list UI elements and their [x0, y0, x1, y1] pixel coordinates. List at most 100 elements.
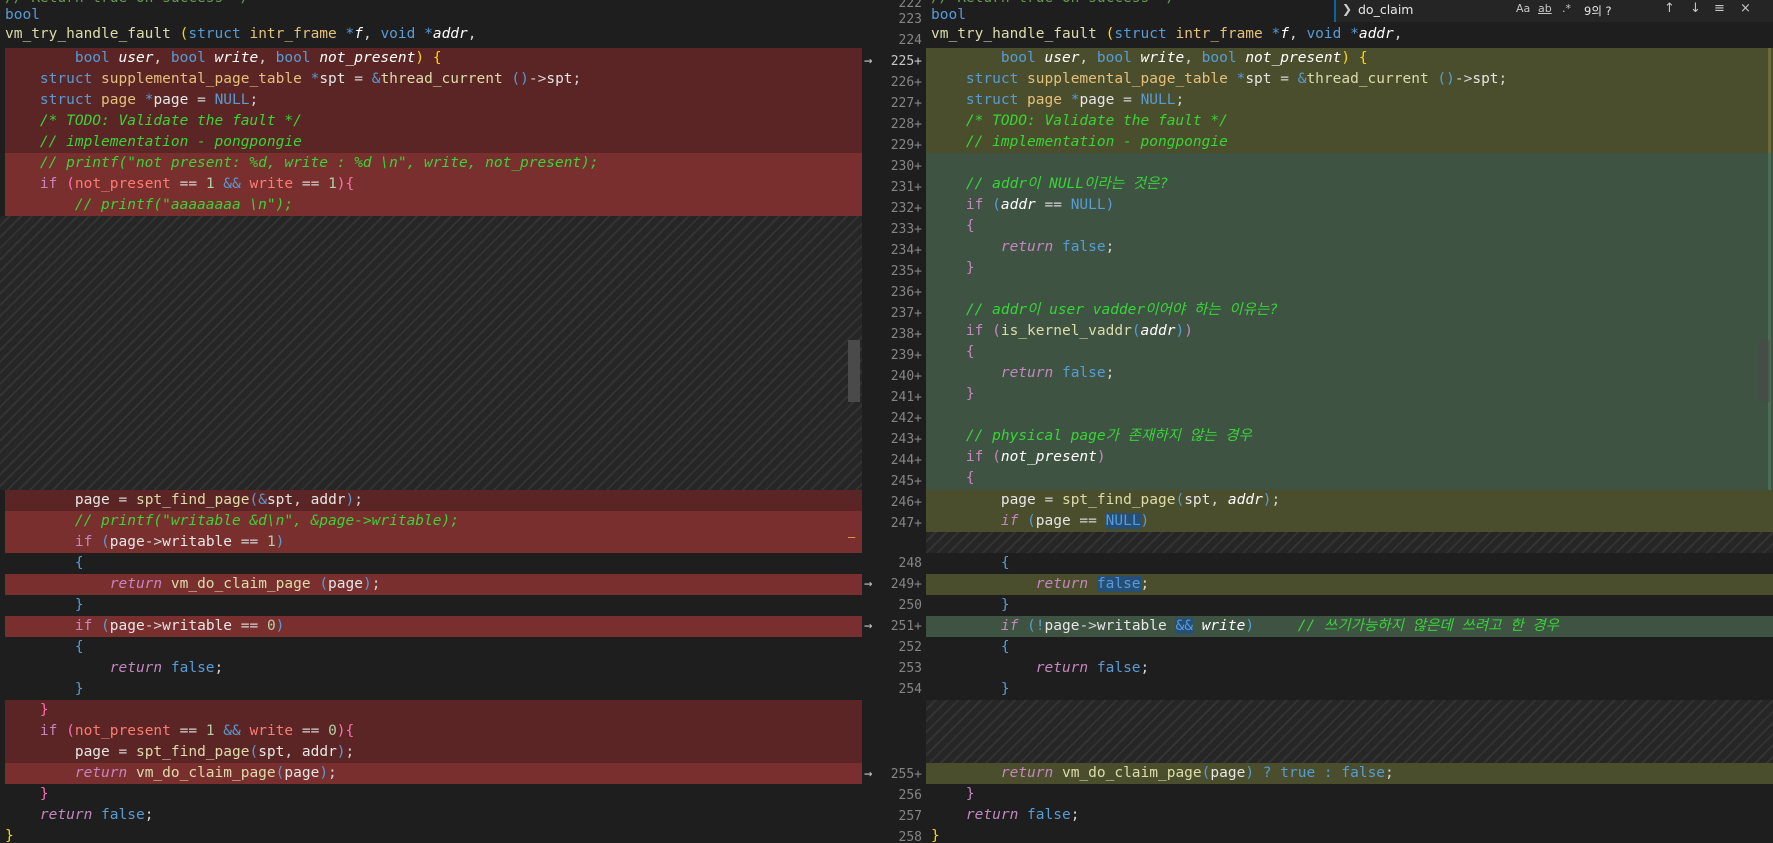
code-line: page = spt_find_page(&spt, addr); — [74, 492, 363, 508]
next-match-icon[interactable]: ↓ — [1690, 1, 1701, 16]
line-number: 258 — [898, 830, 922, 843]
diff-left-editor[interactable]: // Return true on success */ bool vm_try… — [0, 0, 862, 843]
code-line: return false; — [39, 807, 154, 823]
line-number: 230+ — [890, 159, 922, 174]
line-number: 234+ — [890, 243, 922, 258]
diff-filler — [0, 216, 862, 490]
line-number: 257 — [898, 809, 922, 824]
diff-filler — [926, 700, 1773, 763]
line-number: 226+ — [890, 75, 922, 90]
line-number: 231+ — [890, 180, 922, 195]
code-line: return vm_do_claim_page(page) ? true : f… — [926, 763, 1773, 784]
line-number: 228+ — [890, 117, 922, 132]
scrollbar-thumb[interactable] — [848, 340, 860, 402]
overview-ruler-marker — [1768, 48, 1771, 153]
code-line: } — [74, 597, 84, 613]
find-in-selection-icon[interactable]: ≡ — [1714, 1, 1725, 16]
line-number: 252 — [898, 640, 922, 655]
close-icon[interactable]: × — [1740, 1, 1751, 16]
code-line: // printf("writable &d\n", &page->writab… — [5, 511, 862, 532]
code-line: if (addr == NULL) — [965, 197, 1115, 213]
previous-match-icon[interactable]: ↑ — [1664, 1, 1675, 16]
find-widget[interactable]: ❯ do_claim Aa ab .* 9의 ? ↑ ↓ ≡ × — [1334, 0, 1773, 22]
diff-right-editor[interactable]: // Return true on success */ bool vm_try… — [926, 0, 1773, 843]
code-line: return false; — [926, 574, 1773, 595]
code-line: if (not_present) — [965, 449, 1106, 465]
code-line: } — [965, 386, 975, 402]
line-number: 243+ — [890, 432, 922, 447]
line-number: 256 — [898, 788, 922, 803]
line-number: 248 — [898, 556, 922, 571]
line-number: 247+ — [890, 516, 922, 531]
line-number: 235+ — [890, 264, 922, 279]
find-input[interactable]: do_claim — [1358, 1, 1568, 19]
code-line: // implementation - pongpongie — [39, 134, 302, 150]
code-line: // printf("not present: %d, write : %d \… — [5, 153, 862, 174]
revert-arrow[interactable]: → 255+ — [862, 764, 926, 785]
line-number: 236+ — [890, 285, 922, 300]
line-number: 246+ — [890, 495, 922, 510]
code-line: bool — [5, 7, 40, 23]
code-line: return false; — [1000, 365, 1115, 381]
code-line: if (is_kernel_vaddr(addr)) — [965, 323, 1193, 339]
line-number: 224 — [898, 33, 922, 48]
code-line: if (page->writable == 0) — [5, 616, 862, 637]
overview-ruler-marker — [1768, 153, 1771, 490]
line-number: 238+ — [890, 327, 922, 342]
line-number: 223 — [898, 12, 922, 27]
code-line: { — [965, 470, 975, 486]
line-number: 237+ — [890, 306, 922, 321]
code-line: return false; — [1000, 239, 1115, 255]
code-line: struct supplemental_page_table *spt = &t… — [965, 71, 1508, 87]
code-line: struct supplemental_page_table *spt = &t… — [39, 71, 582, 87]
toggle-replace-chevron-icon[interactable]: ❯ — [1342, 2, 1352, 16]
code-line: } — [5, 828, 14, 843]
code-line: // addr이 NULL이라는 것은? — [965, 176, 1169, 192]
line-number: 245+ — [890, 474, 922, 489]
line-number: 242+ — [890, 411, 922, 426]
code-line: if (not_present == 1 && write == 1){ — [5, 174, 862, 195]
line-number: 227+ — [890, 96, 922, 111]
code-line: if (!page->writable && write) // 쓰기가능하지 … — [926, 616, 1773, 637]
revert-arrow[interactable]: → 249+ — [862, 574, 926, 595]
code-line: if (page == NULL) — [1000, 513, 1150, 529]
code-line: if (not_present == 1 && write == 0){ — [39, 723, 355, 739]
whole-word-toggle[interactable]: ab — [1538, 2, 1552, 15]
code-line: struct page *page = NULL; — [39, 92, 259, 108]
code-line: } — [39, 702, 49, 718]
code-line: // implementation - pongpongie — [965, 134, 1228, 150]
code-line: } — [74, 681, 84, 697]
code-line: // printf("aaaaaaaa \n"); — [5, 195, 862, 216]
code-line: /* TODO: Validate the fault */ — [39, 113, 302, 129]
line-number: 233+ — [890, 222, 922, 237]
code-line: } — [965, 260, 975, 276]
line-number: 244+ — [890, 453, 922, 468]
regex-toggle[interactable]: .* — [1562, 2, 1571, 15]
code-line: // addr이 user vadder이어야 하는 이유는? — [965, 302, 1279, 318]
line-number: 254 — [898, 682, 922, 697]
code-line: return false; — [109, 660, 224, 676]
code-line: } — [39, 786, 49, 802]
code-line: page = spt_find_page(spt, addr); — [74, 744, 355, 760]
line-number: 253 — [898, 661, 922, 676]
code-line: struct page *page = NULL; — [965, 92, 1185, 108]
find-result-count: 9의 ? — [1584, 4, 1612, 18]
overview-ruler-marker: — — [848, 530, 856, 544]
code-line: } — [931, 828, 940, 843]
line-number: 250 — [898, 598, 922, 613]
code-line: return vm_do_claim_page (page); — [5, 574, 862, 595]
match-case-toggle[interactable]: Aa — [1516, 2, 1530, 15]
code-line: bool user, bool write, bool not_present)… — [1000, 50, 1368, 66]
revert-arrow[interactable]: → 225+ — [862, 51, 926, 72]
code-line: } — [1000, 681, 1010, 697]
scrollbar-thumb[interactable] — [1758, 340, 1770, 402]
code-line: // physical page가 존재하지 않는 경우 — [965, 428, 1252, 444]
code-line: if (page->writable == 1) — [5, 532, 862, 553]
code-line: { — [74, 555, 84, 571]
line-number: 241+ — [890, 390, 922, 405]
code-line: page = spt_find_page(spt, addr); — [1000, 492, 1281, 508]
code-line: } — [1000, 597, 1010, 613]
revert-arrow[interactable]: → 251+ — [862, 616, 926, 637]
line-number: 239+ — [890, 348, 922, 363]
line-number: 229+ — [890, 138, 922, 153]
